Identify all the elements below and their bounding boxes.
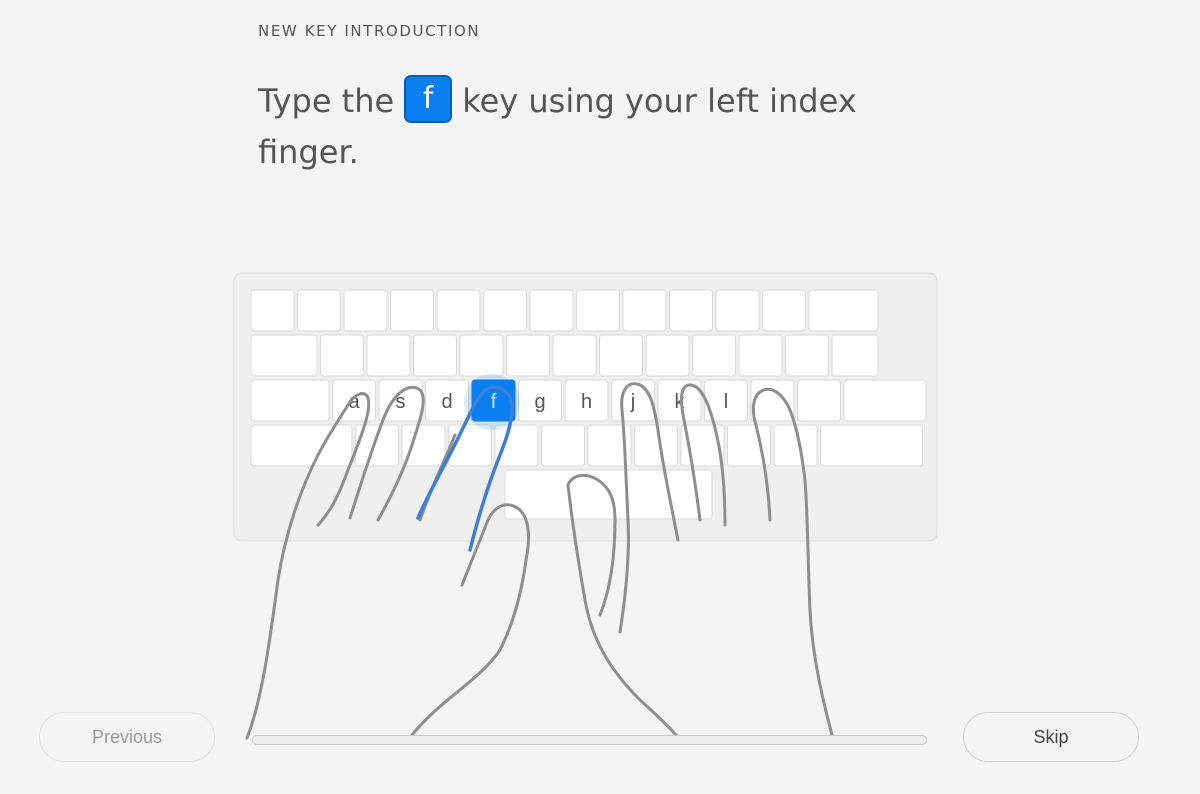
keyboard-key (297, 289, 341, 332)
keyboard-key (808, 289, 879, 332)
keyboard-key (541, 424, 585, 467)
keyboard-key (459, 334, 504, 377)
key-label-l: l (724, 391, 728, 413)
keyboard-key (797, 379, 841, 422)
keyboard-key (320, 334, 364, 377)
keyboard-key (622, 289, 667, 332)
space-bar-key (504, 469, 713, 520)
keyboard-key (843, 379, 927, 422)
keyboard-key (634, 424, 678, 467)
skip-button[interactable]: Skip (963, 712, 1139, 762)
key-label-g: g (534, 391, 545, 413)
keyboard-key (506, 334, 550, 377)
keyboard-hands-svg: asdfghjkl (233, 272, 938, 740)
keyboard-key (552, 334, 597, 377)
keyboard-key (366, 334, 411, 377)
keyboard-key (413, 334, 457, 377)
key-label-j: j (630, 391, 635, 413)
keyboard-key (750, 379, 795, 422)
keyboard-key (436, 289, 481, 332)
keyboard-key (250, 379, 330, 422)
previous-button[interactable]: Previous (39, 712, 215, 762)
keyboard-key (401, 424, 446, 467)
keyboard-illustration: asdfghjkl (0, 0, 1200, 790)
keyboard-key (576, 289, 620, 332)
key-label-d: d (441, 391, 452, 413)
keyboard-key (831, 334, 879, 377)
key-label-k: k (675, 391, 686, 413)
key-label-h: h (581, 391, 592, 413)
keyboard-key (250, 334, 318, 377)
keyboard-key (785, 334, 829, 377)
keyboard-key (599, 334, 643, 377)
keyboard-key (692, 334, 736, 377)
keyboard-key (483, 289, 527, 332)
keyboard-key (715, 289, 760, 332)
keyboard-key (738, 334, 783, 377)
keyboard-key (494, 424, 539, 467)
keyboard-key (250, 424, 353, 467)
keyboard-key (669, 289, 713, 332)
keyboard-key (250, 289, 295, 332)
keyboard-key (343, 289, 388, 332)
keyboard-key (820, 424, 923, 467)
lesson-progress-bar (252, 735, 927, 745)
keyboard-key (529, 289, 574, 332)
keyboard-key (645, 334, 690, 377)
keyboard-key (390, 289, 434, 332)
keyboard-key (762, 289, 806, 332)
